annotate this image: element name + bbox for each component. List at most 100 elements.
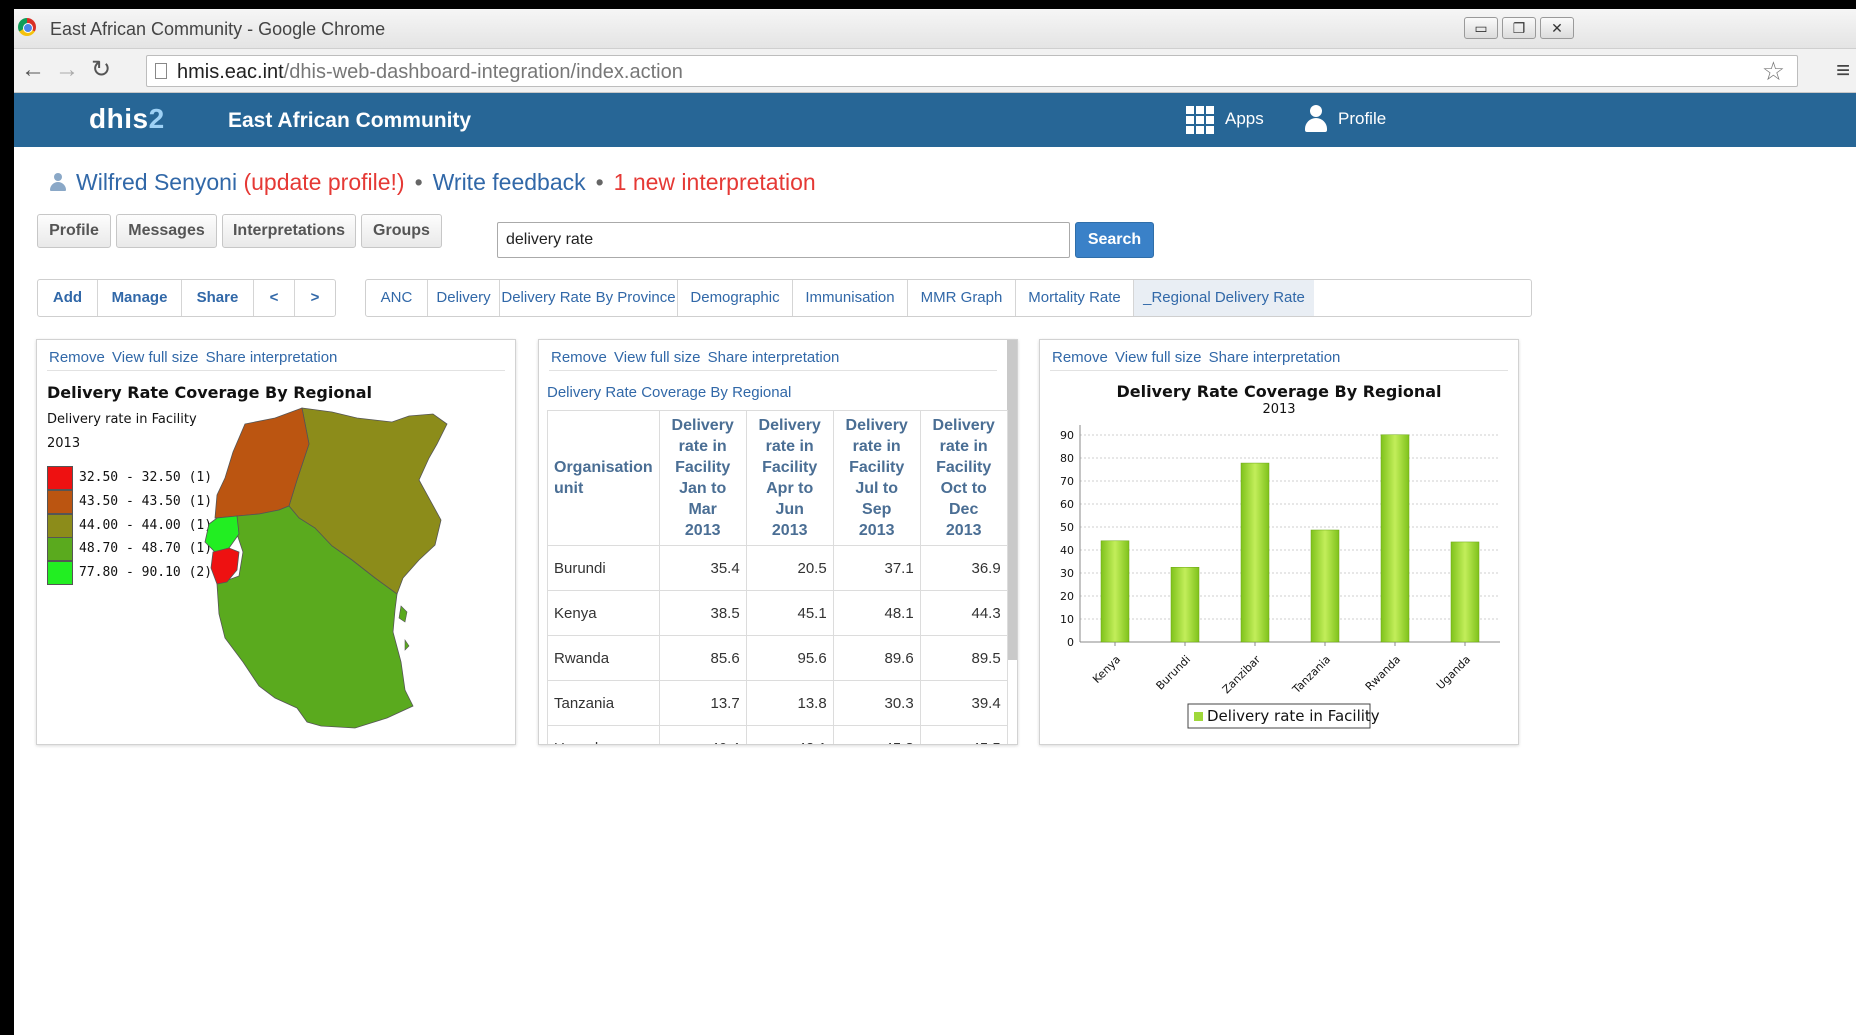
tab-mmr-graph[interactable]: MMR Graph [908, 280, 1016, 316]
table-row: Tanzania 13.7 13.8 30.3 39.4 [547, 680, 1008, 726]
chart-title: Delivery Rate Coverage By Regional [1116, 382, 1442, 401]
update-profile-link[interactable]: (update profile!) [243, 169, 404, 195]
table-cell: 89.6 [832, 635, 921, 681]
address-bar: ← → ↻ hmis.eac.int/dhis-web-dashboard-in… [14, 49, 1856, 93]
separator: • [414, 169, 423, 195]
share-button[interactable]: Share [182, 280, 254, 316]
new-interpretation-link[interactable]: 1 new interpretation [614, 169, 816, 195]
manage-button[interactable]: Manage [98, 280, 182, 316]
url-host: hmis.eac.int [177, 61, 284, 83]
add-button[interactable]: Add [38, 280, 98, 316]
y-tick-label: 40 [1060, 544, 1074, 557]
chart-legend-label: Delivery rate in Facility [1207, 707, 1380, 725]
panel-scrollbar[interactable] [1007, 340, 1017, 660]
bookmark-star-icon[interactable]: ☆ [1762, 56, 1785, 87]
y-tick-label: 90 [1060, 429, 1074, 442]
table-cell: 30.3 [832, 680, 921, 726]
y-tick-label: 30 [1060, 567, 1074, 580]
tab-delivery[interactable]: Delivery [428, 280, 500, 316]
tab-mortality-rate[interactable]: Mortality Rate [1016, 280, 1134, 316]
table-cell: 39.4 [919, 680, 1008, 726]
row-orgunit: Kenya [547, 590, 660, 636]
table-cell: 45.5 [919, 725, 1008, 744]
messages-button[interactable]: Messages [116, 214, 217, 248]
row-orgunit: Burundi [547, 545, 660, 591]
chart-subtitle: 2013 [1262, 402, 1296, 417]
map-region-zanzibar[interactable] [404, 639, 410, 651]
tab-immunisation[interactable]: Immunisation [793, 280, 908, 316]
user-icon [50, 173, 66, 191]
legend-swatch [47, 537, 73, 561]
view-full-size-link[interactable]: View full size [614, 349, 700, 366]
tab-demographic[interactable]: Demographic [678, 280, 793, 316]
table-row: Burundi 35.4 20.5 37.1 36.9 [547, 545, 1008, 591]
tab-regional-delivery-rate[interactable]: _Regional Delivery Rate [1134, 280, 1314, 316]
dashboard-tabs: ANC Delivery Delivery Rate By Province D… [365, 279, 1532, 317]
page-icon [155, 63, 167, 79]
remove-link[interactable]: Remove [551, 349, 607, 366]
legend-swatch [47, 466, 73, 490]
share-interpretation-link[interactable]: Share interpretation [206, 349, 338, 366]
legend-swatch [47, 514, 73, 538]
table-cell: 40.4 [658, 725, 747, 744]
search-button[interactable]: Search [1075, 222, 1154, 258]
search-input[interactable] [497, 222, 1070, 258]
table-cell: 20.5 [745, 545, 834, 591]
tab-anc[interactable]: ANC [366, 280, 428, 316]
column-header: Delivery rate in Facility Apr to Jun 2013 [745, 410, 834, 546]
dhis2-logo[interactable]: dhis2 [89, 103, 165, 135]
user-name-link[interactable]: Wilfred Senyoni [76, 169, 237, 195]
table-cell: 45.8 [832, 725, 921, 744]
column-header-orgunit: Organisation unit [547, 410, 660, 546]
pivot-table: Organisation unit Delivery rate in Facilit… [547, 410, 1008, 744]
pivot-table-panel: Remove View full size Share interpretati… [538, 339, 1018, 745]
table-cell: 13.7 [658, 680, 747, 726]
next-button[interactable]: > [295, 280, 335, 316]
user-info-line: Wilfred Senyoni (update profile!) • Write … [50, 169, 816, 196]
map-region-zanzibar[interactable] [398, 605, 408, 623]
table-cell: 48.1 [832, 590, 921, 636]
close-button[interactable]: ✕ [1540, 17, 1574, 39]
remove-link[interactable]: Remove [49, 349, 105, 366]
title-bar: East African Community - Google Chrome ▭… [14, 9, 1856, 49]
y-tick-label: 10 [1060, 613, 1074, 626]
map-period: 2013 [47, 436, 81, 451]
y-tick-label: 20 [1060, 590, 1074, 603]
write-feedback-link[interactable]: Write feedback [433, 169, 586, 195]
table-cell: 45.1 [745, 590, 834, 636]
profile-button[interactable]: Profile [37, 214, 111, 248]
dashboard-actions: Add Manage Share < > [37, 279, 336, 317]
table-title: Delivery Rate Coverage By Regional [547, 384, 792, 401]
back-icon[interactable]: ← [20, 57, 46, 83]
apps-label: Apps [1225, 109, 1264, 128]
window-title: East African Community - Google Chrome [50, 19, 386, 39]
app-header: dhis2 East African Community Apps Profil… [14, 93, 1856, 147]
profile-icon [1304, 105, 1328, 133]
url-field[interactable]: hmis.eac.int/dhis-web-dashboard-integrat… [146, 55, 1798, 87]
region-map[interactable] [197, 400, 457, 735]
chrome-logo-icon [18, 18, 36, 36]
menu-icon[interactable]: ≡ [1836, 57, 1850, 85]
minimize-button[interactable]: ▭ [1464, 17, 1498, 39]
map-region-rwanda[interactable] [204, 515, 240, 553]
forward-icon[interactable]: → [54, 57, 80, 83]
previous-button[interactable]: < [254, 280, 295, 316]
url-path: /dhis-web-dashboard-integration/index.ac… [283, 61, 683, 83]
row-orgunit: Uganda [547, 725, 660, 744]
column-header: Delivery rate in Facility Jul to Sep 2013 [832, 410, 921, 546]
groups-button[interactable]: Groups [361, 214, 442, 248]
interpretations-button[interactable]: Interpretations [222, 214, 356, 248]
share-interpretation-link[interactable]: Share interpretation [708, 349, 840, 366]
table-cell: 38.5 [658, 590, 747, 636]
legend-swatch [47, 490, 73, 514]
table-cell: 35.4 [658, 545, 747, 591]
reload-icon[interactable]: ↻ [88, 57, 114, 83]
separator: • [595, 169, 604, 195]
tab-delivery-rate-by-province[interactable]: Delivery Rate By Province [500, 280, 678, 316]
restore-button[interactable]: ❐ [1502, 17, 1536, 39]
y-tick-label: 70 [1060, 475, 1074, 488]
column-header: Delivery rate in Facility Oct to Dec 2013 [919, 410, 1008, 546]
x-tick-label: Uganda [1434, 653, 1473, 692]
view-full-size-link[interactable]: View full size [112, 349, 198, 366]
bar [1100, 540, 1130, 643]
